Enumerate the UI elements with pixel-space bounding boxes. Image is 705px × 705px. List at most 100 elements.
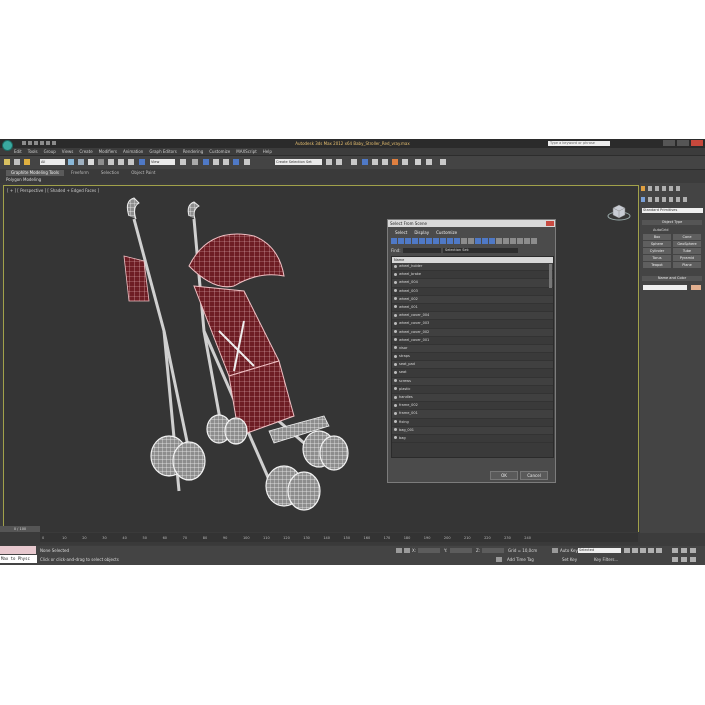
- list-item[interactable]: wheel_002: [392, 295, 553, 304]
- ok-button[interactable]: OK: [490, 471, 518, 480]
- y-coord-field[interactable]: [450, 548, 472, 553]
- time-slider[interactable]: 0 / 100: [0, 526, 40, 532]
- add-time-tag[interactable]: Add Time Tag: [507, 557, 534, 562]
- find-input[interactable]: [403, 248, 441, 253]
- absolute-mode-icon[interactable]: [404, 548, 410, 553]
- object-color-swatch[interactable]: [691, 285, 701, 290]
- render-teapot-icon[interactable]: [440, 159, 446, 165]
- menu-customize[interactable]: Customize: [209, 148, 230, 155]
- named-selection-dropdown[interactable]: Create Selection Set: [275, 159, 322, 165]
- teapot-button[interactable]: Teapot: [643, 262, 671, 268]
- list-item[interactable]: wheel_cover_001: [392, 337, 553, 345]
- list-item[interactable]: frame_002: [392, 402, 553, 411]
- list-item[interactable]: bag: [392, 435, 553, 444]
- list-item[interactable]: wheel_003: [392, 288, 553, 296]
- render-setup-icon[interactable]: [402, 159, 408, 165]
- shapes-icon[interactable]: [648, 197, 652, 202]
- tab-freeform[interactable]: Freeform: [66, 170, 94, 176]
- select-object-icon[interactable]: [68, 159, 74, 165]
- rectangular-selection-icon[interactable]: [88, 159, 94, 165]
- menu-edit[interactable]: Edit: [14, 148, 22, 155]
- list-scrollbar[interactable]: [549, 264, 552, 288]
- search-input[interactable]: Type a keyword or phrase: [548, 141, 610, 146]
- helpers-icon[interactable]: [669, 197, 673, 202]
- material-editor-icon[interactable]: [392, 159, 398, 165]
- list-item[interactable]: screws: [392, 377, 553, 386]
- tab-selection[interactable]: Selection: [96, 170, 124, 176]
- x-coord-field[interactable]: [418, 548, 440, 553]
- list-item[interactable]: wheel_cover_002: [392, 328, 553, 337]
- set-key-button[interactable]: Set Key: [562, 557, 577, 562]
- stroller-wireframe-model[interactable]: [94, 191, 364, 521]
- list-item[interactable]: bag_001: [392, 426, 553, 435]
- angle-snap-icon[interactable]: [213, 159, 219, 165]
- snaps-toggle-icon[interactable]: [203, 159, 209, 165]
- select-move-icon[interactable]: [108, 159, 114, 165]
- dialog-menu-select[interactable]: Select: [395, 230, 407, 235]
- geosphere-button[interactable]: GeoSphere: [673, 241, 701, 247]
- reference-coord-dropdown[interactable]: View: [150, 159, 175, 165]
- select-invert-icon[interactable]: [489, 238, 495, 244]
- menu-animation[interactable]: Animation: [123, 148, 143, 155]
- tab-object-paint[interactable]: Object Paint: [126, 170, 160, 176]
- maxscript-input[interactable]: Max to Physc: [0, 555, 37, 563]
- unlink-icon[interactable]: [14, 159, 20, 165]
- pan-icon[interactable]: [681, 557, 687, 562]
- list-item[interactable]: visor: [392, 344, 553, 354]
- auto-key-button[interactable]: Auto Key: [560, 548, 578, 553]
- percent-snap-icon[interactable]: [223, 159, 229, 165]
- create-tab-icon[interactable]: [641, 186, 645, 191]
- menu-group[interactable]: Group: [44, 148, 56, 155]
- keyboard-shortcut-icon[interactable]: [192, 159, 198, 165]
- lights-icon[interactable]: [655, 197, 659, 202]
- dialog-menu-customize[interactable]: Customize: [436, 230, 457, 235]
- select-all-icon[interactable]: [475, 238, 481, 244]
- mirror-icon[interactable]: [326, 159, 332, 165]
- menu-tools[interactable]: Tools: [28, 148, 38, 155]
- cancel-button[interactable]: Cancel: [520, 471, 548, 480]
- menu-create[interactable]: Create: [79, 148, 92, 155]
- window-crossing-icon[interactable]: [98, 159, 104, 165]
- display-groups-icon[interactable]: [433, 238, 439, 244]
- motion-tab-icon[interactable]: [662, 186, 666, 191]
- time-tag-icon[interactable]: [496, 557, 502, 562]
- list-item[interactable]: plastic: [392, 386, 553, 394]
- key-icon[interactable]: [552, 548, 558, 553]
- filter-icon[interactable]: [524, 238, 530, 244]
- list-item[interactable]: seat: [392, 369, 553, 378]
- hierarchy-tab-icon[interactable]: [655, 186, 659, 191]
- menu-maxscript[interactable]: MAXScript: [236, 148, 257, 155]
- display-all-icon[interactable]: [454, 238, 460, 244]
- viewcube-icon[interactable]: [607, 202, 631, 222]
- name-and-color-rollout[interactable]: Name and Color: [642, 276, 702, 281]
- select-by-name-icon[interactable]: [78, 159, 84, 165]
- graphite-toggle-icon[interactable]: [362, 159, 368, 165]
- menu-help[interactable]: Help: [263, 148, 272, 155]
- list-item[interactable]: wheel_001: [392, 304, 553, 313]
- sync-selection-icon[interactable]: [496, 238, 502, 244]
- tab-graphite-modeling-tools[interactable]: Graphite Modeling Tools: [6, 170, 65, 176]
- select-children-icon[interactable]: [510, 238, 516, 244]
- maxscript-output[interactable]: [0, 546, 36, 554]
- display-geometry-icon[interactable]: [391, 238, 397, 244]
- spinner-snap-icon[interactable]: [233, 159, 239, 165]
- display-tab-icon[interactable]: [669, 186, 673, 191]
- menu-modifiers[interactable]: Modifiers: [99, 148, 117, 155]
- key-mode-dropdown[interactable]: Selected: [578, 548, 621, 553]
- viewport-label[interactable]: [ + ] [ Perspective ] [ Shaded + Edged F…: [7, 188, 99, 193]
- polygon-modeling-panel[interactable]: Polygon Modeling: [6, 177, 41, 182]
- pivot-center-icon[interactable]: [180, 159, 186, 165]
- torus-button[interactable]: Torus: [643, 255, 671, 261]
- select-scale-icon[interactable]: [128, 159, 134, 165]
- cylinder-button[interactable]: Cylinder: [643, 248, 671, 254]
- list-item[interactable]: frame_001: [392, 410, 553, 419]
- display-cameras-icon[interactable]: [412, 238, 418, 244]
- z-coord-field[interactable]: [482, 548, 504, 553]
- orbit-icon[interactable]: [690, 557, 696, 562]
- list-item[interactable]: wheel_004: [392, 279, 553, 288]
- list-item[interactable]: fixing: [392, 419, 553, 427]
- render-production-icon[interactable]: [426, 159, 432, 165]
- display-none-icon[interactable]: [461, 238, 467, 244]
- display-space-warps-icon[interactable]: [426, 238, 432, 244]
- bind-space-warp-icon[interactable]: [24, 159, 30, 165]
